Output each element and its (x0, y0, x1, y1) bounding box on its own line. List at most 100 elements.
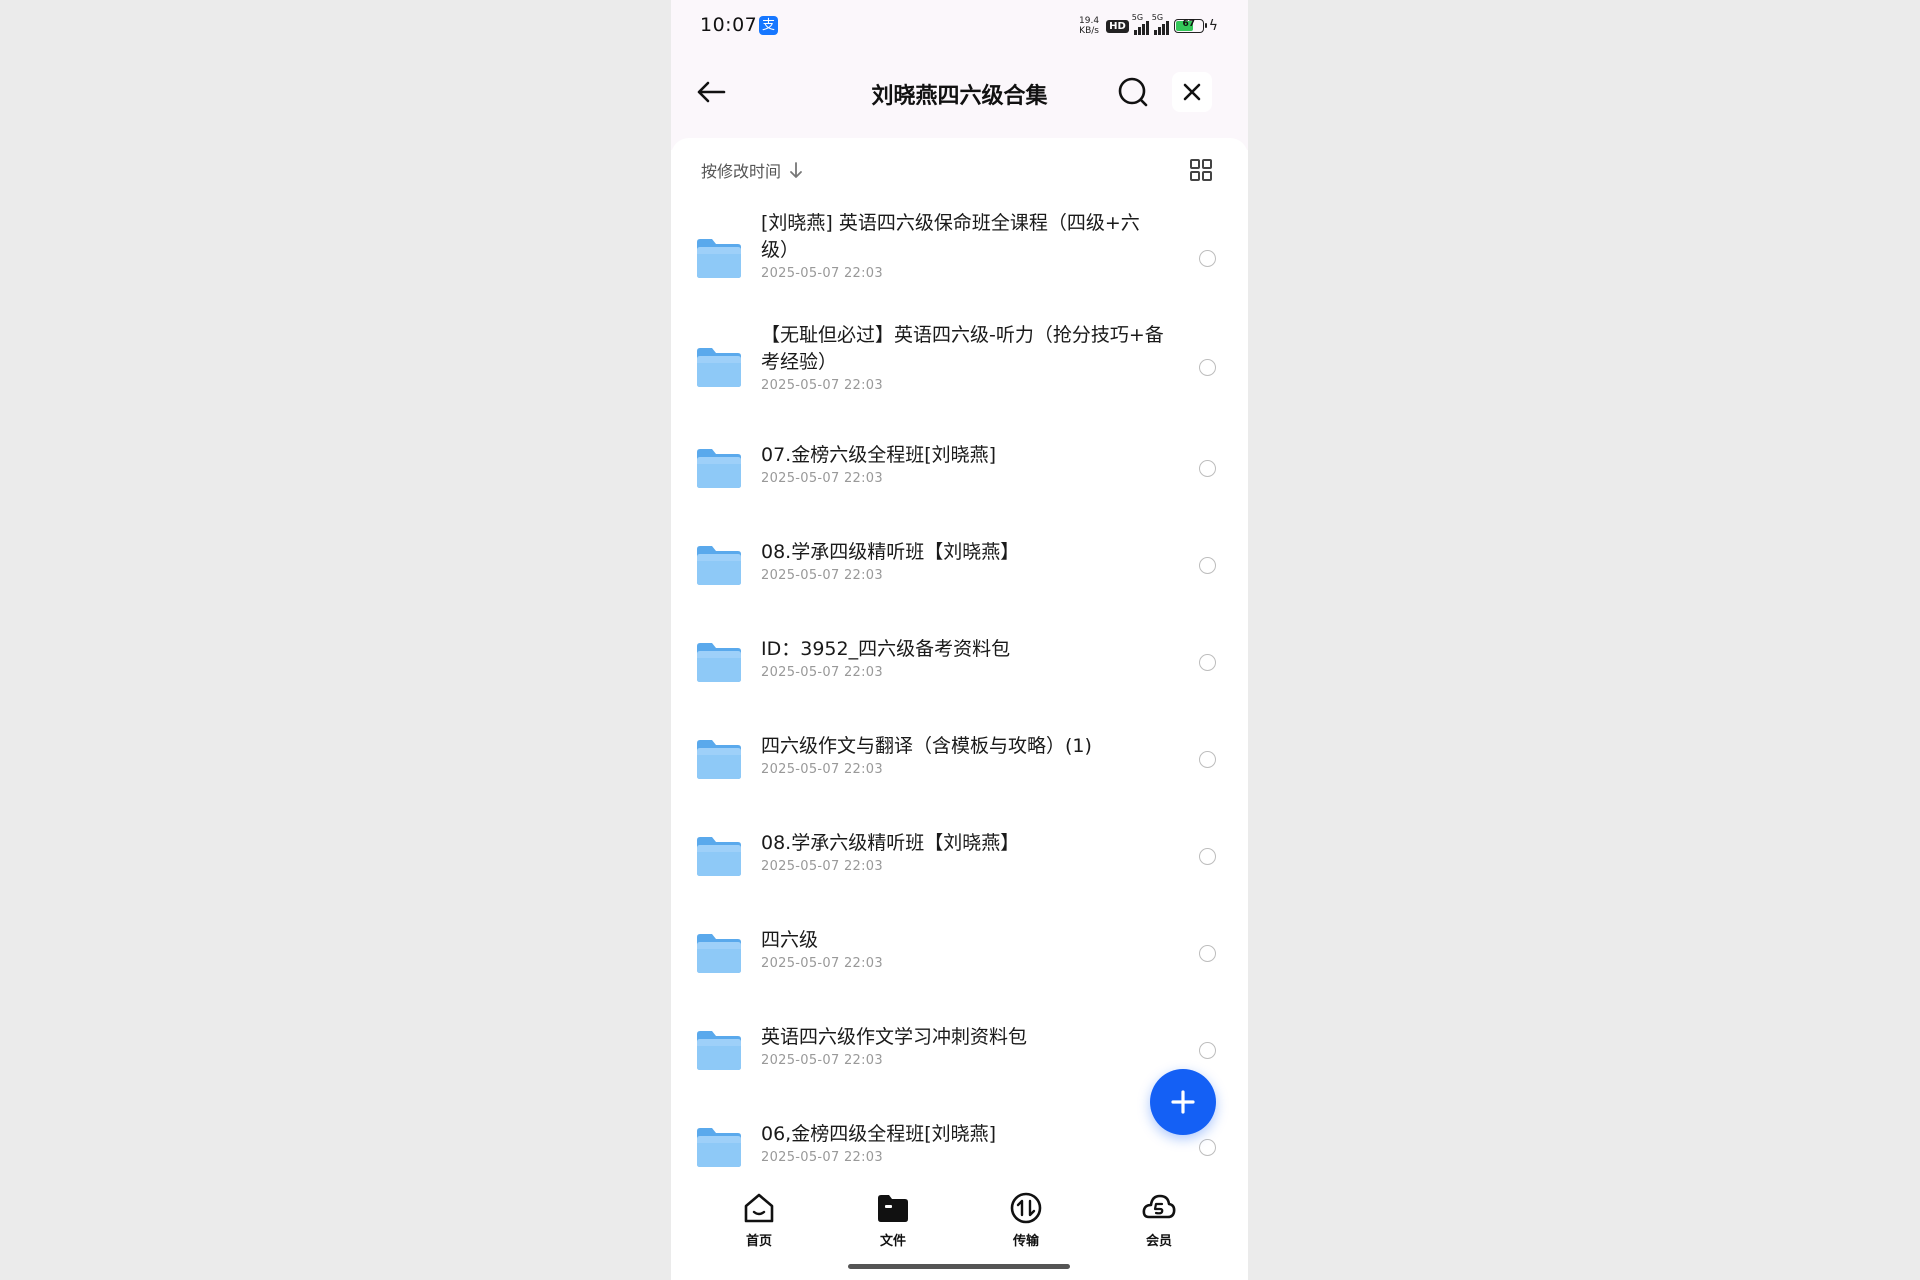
member-icon (1142, 1194, 1176, 1219)
signal-5g-icon-2: 5G (1152, 13, 1169, 35)
close-icon (1183, 83, 1201, 101)
grid-view-button[interactable] (1189, 158, 1213, 182)
status-bar: 10:07 支 19.4 KB/s HD 5G 5G 67 ϟ (671, 0, 1248, 52)
folder-icon (697, 642, 741, 682)
tab-transfer-label: 传输 (1012, 1234, 1039, 1249)
file-text: 06,金榜四级全程班[刘晓燕] 2025-05-07 22:03 (761, 1121, 1166, 1165)
file-date: 2025-05-07 22:03 (761, 1149, 883, 1165)
select-checkbox[interactable] (1199, 359, 1216, 376)
file-list-panel: 按修改时间 [刘晓燕] 英语四六级保命班全课程（四级+六级） 2025-05-07… (671, 138, 1248, 1167)
file-name: 08.学承四级精听班【刘晓燕】 (761, 540, 1020, 563)
file-date: 2025-05-07 22:03 (761, 1052, 883, 1068)
file-text: ID：3952_四六级备考资料包 2025-05-07 22:03 (761, 636, 1166, 680)
select-checkbox[interactable] (1199, 1041, 1216, 1059)
tab-transfer[interactable]: 传输 (986, 1190, 1066, 1249)
folder-icon (697, 933, 741, 973)
tab-files[interactable]: 文件 (853, 1190, 933, 1249)
folder-icon (697, 348, 741, 387)
network-speed: 19.4 KB/s (1077, 16, 1101, 36)
tab-home[interactable]: 首页 (719, 1190, 799, 1249)
file-row[interactable]: 【无耻但必过】英语四六级-听力（抢分技巧+备考经验） 2025-05-07 22:… (671, 314, 1248, 420)
sort-button[interactable]: 按修改时间 (701, 158, 803, 182)
alipay-notification-icon: 支 (759, 16, 778, 35)
plus-icon (1171, 1090, 1195, 1114)
file-date: 2025-05-07 22:03 (761, 955, 883, 971)
page-title: 刘晓燕四六级合集 (871, 84, 1048, 109)
battery-level: 67 (1182, 19, 1196, 29)
file-text: [刘晓燕] 英语四六级保命班全课程（四级+六级） 2025-05-07 22:03 (761, 210, 1166, 281)
select-checkbox[interactable] (1199, 460, 1216, 477)
close-button[interactable] (1172, 72, 1212, 112)
select-checkbox[interactable] (1199, 556, 1216, 574)
file-text: 08.学承六级精听班【刘晓燕】 2025-05-07 22:03 (761, 830, 1166, 874)
file-row[interactable]: ID：3952_四六级备考资料包 2025-05-07 22:03 (671, 613, 1248, 710)
file-date: 2025-05-07 22:03 (761, 567, 883, 583)
home-indicator[interactable] (848, 1264, 1070, 1269)
file-row[interactable]: 四六级作文与翻译（含模板与攻略）(1) 2025-05-07 22:03 (671, 710, 1248, 807)
tab-member-label: 会员 (1145, 1234, 1172, 1249)
nav-bar: 刘晓燕四六级合集 (671, 52, 1248, 132)
file-date: 2025-05-07 22:03 (761, 664, 883, 680)
select-checkbox[interactable] (1199, 944, 1216, 962)
folder-icon (697, 739, 741, 779)
select-checkbox[interactable] (1199, 653, 1216, 671)
file-date: 2025-05-07 22:03 (761, 471, 883, 486)
signal-2-label: 5G (1151, 13, 1164, 22)
folder-icon (697, 1030, 741, 1070)
status-indicators: 19.4 KB/s HD 5G 5G 67 ϟ (1077, 13, 1218, 38)
file-row[interactable]: [刘晓燕] 英语四六级保命班全课程（四级+六级） 2025-05-07 22:03 (671, 202, 1248, 314)
status-time: 10:07 (700, 14, 758, 36)
sort-label: 按修改时间 (701, 162, 782, 181)
network-speed-unit: KB/s (1079, 26, 1099, 36)
sort-toolbar: 按修改时间 (671, 138, 1248, 202)
arrow-down-icon (790, 162, 802, 178)
file-row[interactable]: 08.学承六级精听班【刘晓燕】 2025-05-07 22:03 (671, 807, 1248, 904)
signal-1-label: 5G (1131, 13, 1144, 22)
signal-5g-icon: 5G (1132, 13, 1149, 35)
add-button[interactable] (1150, 1069, 1216, 1135)
folder-icon (697, 836, 741, 876)
file-row[interactable]: 08.学承四级精听班【刘晓燕】 2025-05-07 22:03 (671, 516, 1248, 613)
tab-home-label: 首页 (745, 1234, 772, 1249)
search-icon (1118, 77, 1148, 107)
select-checkbox[interactable] (1199, 750, 1216, 768)
file-date: 2025-05-07 22:03 (761, 378, 883, 393)
file-name: [刘晓燕] 英语四六级保命班全课程（四级+六级） (761, 212, 1140, 261)
file-row[interactable]: 四六级 2025-05-07 22:03 (671, 904, 1248, 1001)
battery-icon: 67 (1173, 19, 1207, 33)
file-name: 07.金榜六级全程班[刘晓燕] (761, 444, 997, 466)
network-speed-value: 19.4 (1079, 16, 1100, 26)
folder-icon (697, 545, 741, 585)
charging-icon: ϟ (1208, 18, 1218, 34)
search-button[interactable] (1115, 74, 1151, 110)
back-button[interactable] (693, 74, 729, 110)
tab-member[interactable]: 会员 (1119, 1190, 1199, 1249)
file-name: 英语四六级作文学习冲刺资料包 (761, 1025, 1028, 1048)
file-text: 四六级 2025-05-07 22:03 (761, 927, 1166, 971)
file-name: 06,金榜四级全程班[刘晓燕] (761, 1122, 997, 1145)
file-text: 08.学承四级精听班【刘晓燕】 2025-05-07 22:03 (761, 539, 1166, 583)
arrow-left-icon (697, 81, 726, 103)
select-checkbox[interactable] (1199, 847, 1216, 865)
tab-files-label: 文件 (879, 1234, 906, 1249)
file-text: 【无耻但必过】英语四六级-听力（抢分技巧+备考经验） 2025-05-07 22:… (761, 322, 1166, 393)
home-icon (744, 1193, 774, 1223)
file-text: 四六级作文与翻译（含模板与攻略）(1) 2025-05-07 22:03 (761, 733, 1166, 777)
select-checkbox[interactable] (1199, 250, 1216, 267)
folder-icon (697, 239, 741, 278)
file-date: 2025-05-07 22:03 (761, 761, 883, 777)
file-text: 英语四六级作文学习冲刺资料包 2025-05-07 22:03 (761, 1024, 1166, 1068)
select-checkbox[interactable] (1199, 1138, 1216, 1156)
file-row[interactable]: 07.金榜六级全程班[刘晓燕] 2025-05-07 22:03 (671, 420, 1248, 516)
file-name: 08.学承六级精听班【刘晓燕】 (761, 831, 1020, 854)
folder-icon (697, 449, 741, 488)
file-date: 2025-05-07 22:03 (761, 858, 883, 874)
file-name: 【无耻但必过】英语四六级-听力（抢分技巧+备考经验） (761, 324, 1164, 373)
folder-icon (697, 1127, 741, 1167)
file-text: 07.金榜六级全程班[刘晓燕] 2025-05-07 22:03 (761, 442, 1166, 486)
file-date: 2025-05-07 22:03 (761, 266, 883, 281)
phone-screen: 10:07 支 19.4 KB/s HD 5G 5G 67 ϟ 刘晓燕四六级合集… (671, 0, 1248, 1280)
hd-voice-icon: HD (1106, 19, 1129, 33)
file-name: 四六级 (761, 928, 819, 951)
file-name: ID：3952_四六级备考资料包 (761, 637, 1011, 660)
